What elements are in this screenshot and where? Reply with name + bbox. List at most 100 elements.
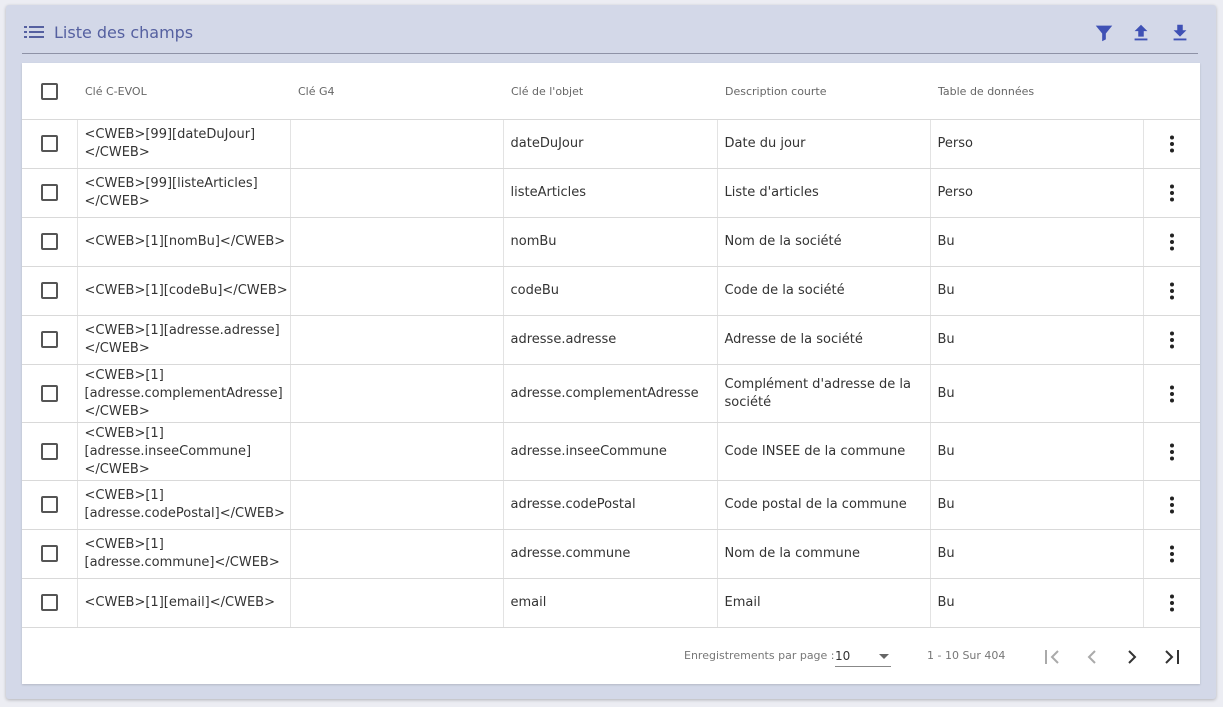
table-row[interactable]: <CWEB>[1][email]</CWEB> email Email Bu [22,578,1200,628]
more-vert-icon[interactable] [1160,132,1184,156]
cle-g4-cell [290,578,504,628]
row-select-cell [22,266,78,316]
more-vert-icon[interactable] [1160,440,1184,464]
row-select-cell [22,364,78,423]
table-row[interactable]: <CWEB>[1][adresse.commune]</CWEB> adresse… [22,529,1200,579]
cle-objet-cell: adresse.inseeCommune [503,422,718,481]
table-cell: Bu [930,266,1144,316]
table-cell: Bu [930,529,1144,579]
cle-cevol-cell: <CWEB>[1][nomBu]</CWEB> [77,217,291,267]
more-vert-icon[interactable] [1160,230,1184,254]
cle-objet-cell: adresse.codePostal [503,480,718,530]
description-cell: Email [717,578,931,628]
column-header-cle-cevol[interactable]: Clé C-EVOL [77,63,290,120]
row-checkbox[interactable] [40,594,58,611]
table-cell: Perso [930,119,1144,169]
upload-icon[interactable] [1130,22,1152,44]
cle-g4-cell [290,480,504,530]
last-page-icon[interactable] [1160,645,1184,669]
row-select-cell [22,315,78,365]
page-range: 1 - 10 Sur 404 [927,649,1006,662]
table-cell: Bu [930,315,1144,365]
table-cell: Bu [930,578,1144,628]
column-header-actions [1143,63,1200,120]
cle-objet-cell: adresse.complementAdresse [503,364,718,423]
table-header-row: Clé C-EVOL Clé G4 Clé de l'objet Descrip… [22,63,1200,120]
cle-objet-cell: adresse.adresse [503,315,718,365]
description-cell: Code de la société [717,266,931,316]
download-icon[interactable] [1169,22,1191,44]
more-vert-icon[interactable] [1160,181,1184,205]
more-vert-icon[interactable] [1160,493,1184,517]
previous-page-icon[interactable] [1080,645,1104,669]
row-checkbox[interactable] [40,135,58,152]
description-cell: Complément d'adresse de la société [717,364,931,423]
table-row[interactable]: <CWEB>[99][listeArticles]</CWEB> listeArt… [22,168,1200,218]
description-cell: Nom de la société [717,217,931,267]
table-row[interactable]: <CWEB>[1][adresse.complementAdresse]</CW… [22,364,1200,423]
row-checkbox[interactable] [40,496,58,513]
row-checkbox[interactable] [40,184,58,201]
cle-g4-cell [290,315,504,365]
row-actions-cell [1143,364,1200,423]
row-actions-cell [1143,480,1200,530]
table-cell: Bu [930,480,1144,530]
row-actions-cell [1143,578,1200,628]
row-checkbox[interactable] [40,442,58,460]
cle-cevol-cell: <CWEB>[99][listeArticles]</CWEB> [77,168,291,218]
select-all-checkbox[interactable] [41,82,58,100]
column-header-cle-objet[interactable]: Clé de l'objet [503,63,717,120]
more-vert-icon[interactable] [1160,279,1184,303]
table-row[interactable]: <CWEB>[99][dateDuJour]</CWEB> dateDuJour D… [22,119,1200,169]
table-row[interactable]: <CWEB>[1][adresse.inseeCommune]</CWEB> ad… [22,422,1200,481]
more-vert-icon[interactable] [1160,328,1184,352]
more-vert-icon[interactable] [1160,542,1184,566]
row-checkbox[interactable] [40,233,58,250]
cle-g4-cell [290,168,504,218]
row-checkbox[interactable] [40,331,58,348]
table-row[interactable]: <CWEB>[1][adresse.adresse]</CWEB> adresse… [22,315,1200,365]
cle-g4-cell [290,119,504,169]
row-actions-cell [1143,529,1200,579]
per-page-select[interactable]: 10 [835,644,891,667]
table-cell: Bu [930,364,1144,423]
cle-cevol-cell: <CWEB>[1][adresse.inseeCommune]</CWEB> [77,422,291,481]
row-checkbox[interactable] [40,282,58,299]
first-page-icon[interactable] [1040,645,1064,669]
select-all-cell [22,63,77,120]
row-select-cell [22,529,78,579]
table-cell: Bu [930,422,1144,481]
row-checkbox[interactable] [40,384,58,402]
page-title: Liste des champs [54,23,194,42]
column-header-table[interactable]: Table de données [930,63,1143,120]
row-select-cell [22,578,78,628]
more-vert-icon[interactable] [1160,591,1184,615]
description-cell: Code postal de la commune [717,480,931,530]
row-select-cell [22,422,78,481]
next-page-icon[interactable] [1120,645,1144,669]
table-cell: Perso [930,168,1144,218]
row-checkbox[interactable] [40,545,58,562]
cle-objet-cell: adresse.commune [503,529,718,579]
column-header-cle-g4[interactable]: Clé G4 [290,63,503,120]
per-page-value: 10 [835,649,851,663]
row-actions-cell [1143,168,1200,218]
column-header-description[interactable]: Description courte [717,63,930,120]
cle-cevol-cell: <CWEB>[1][email]</CWEB> [77,578,291,628]
row-actions-cell [1143,422,1200,481]
table-cell: Bu [930,217,1144,267]
table-row[interactable]: <CWEB>[1][nomBu]</CWEB> nomBu Nom de la so… [22,217,1200,267]
cle-cevol-cell: <CWEB>[1][adresse.adresse]</CWEB> [77,315,291,365]
row-actions-cell [1143,217,1200,267]
table-row[interactable]: <CWEB>[1][codeBu]</CWEB> codeBu Code de la… [22,266,1200,316]
description-cell: Date du jour [717,119,931,169]
cle-objet-cell: listeArticles [503,168,718,218]
more-vert-icon[interactable] [1160,382,1184,406]
fields-table: Clé C-EVOL Clé G4 Clé de l'objet Descrip… [22,63,1200,628]
filter-icon[interactable] [1093,22,1115,44]
cle-objet-cell: codeBu [503,266,718,316]
table-row[interactable]: <CWEB>[1][adresse.codePostal]</CWEB> adre… [22,480,1200,530]
row-select-cell [22,480,78,530]
row-actions-cell [1143,119,1200,169]
cle-g4-cell [290,422,504,481]
